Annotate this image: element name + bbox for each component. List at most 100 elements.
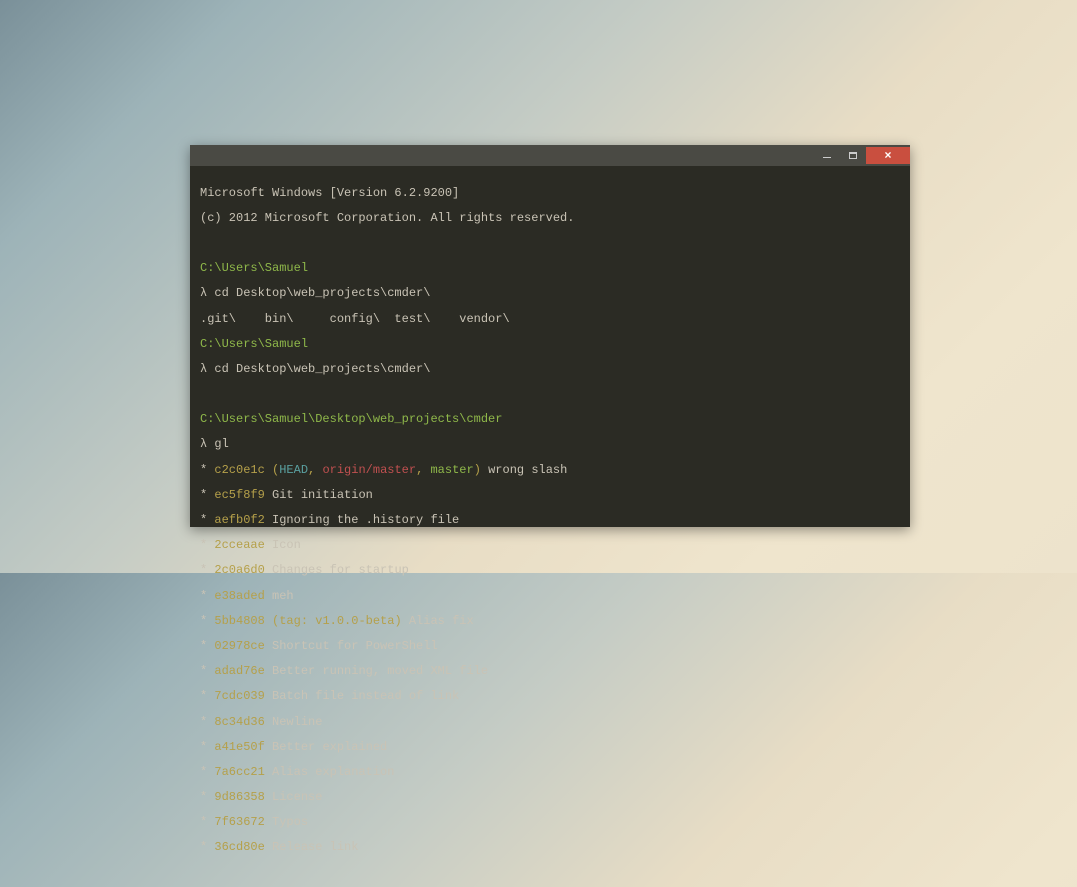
prompt-path: C:\Users\Samuel [200,338,900,351]
log-line-9: * 7cdc039 Batch file instead of link [200,690,900,703]
refs-close: ) [394,614,401,628]
graph-star: * [200,740,207,754]
commit-msg: Git initiation [265,488,373,502]
log-line-13: * 9d86358 License [200,791,900,804]
commit-hash: adad76e [214,664,264,678]
ref-head: HEAD [279,463,308,477]
ref-tag: tag: v1.0.0-beta [279,614,394,628]
close-button[interactable]: × [866,147,910,164]
graph-star: * [200,815,207,829]
commit-hash: 7f63672 [214,815,264,829]
commit-hash: 02978ce [214,639,264,653]
log-line-2: * aefb0f2 Ignoring the .history file [200,514,900,527]
ref-master: master [430,463,473,477]
minimize-icon [823,157,831,158]
commit-msg: Changes for startup [265,563,409,577]
command-text: cd Desktop\web_projects\cmder\ [214,362,430,376]
maximize-button[interactable] [840,147,866,164]
log-line-1: * ec5f8f9 Git initiation [200,489,900,502]
commit-msg: Icon [265,538,301,552]
terminal-window: × Microsoft Windows [Version 6.2.9200] (… [190,145,910,527]
graph-star: * [200,639,207,653]
log-line-11: * a41e50f Better explained [200,741,900,754]
graph-star: * [200,513,207,527]
log-line-3: * 2cceaae Icon [200,539,900,552]
commit-msg: Release link [265,840,359,854]
commit-msg: Alias explanation [265,765,395,779]
commit-hash: 9d86358 [214,790,264,804]
prompt-lambda: λ [200,286,207,300]
prompt-cmd: λ cd Desktop\web_projects\cmder\ [200,363,900,376]
prompt-cmd: λ cd Desktop\web_projects\cmder\ [200,287,900,300]
blank-line [200,388,900,401]
command-text: cd Desktop\web_projects\cmder\ [214,286,430,300]
commit-msg: Batch file instead of link [265,689,459,703]
completion-list: .git\ bin\ config\ test\ vendor\ [200,313,900,326]
blank-line [200,237,900,250]
header-line-1: Microsoft Windows [Version 6.2.9200] [200,187,900,200]
prompt-cmd: λ gl [200,438,900,451]
commit-hash: ec5f8f9 [214,488,264,502]
path-text: C:\Users\Samuel [200,261,308,275]
commit-msg: Better explained [265,740,387,754]
path-text: C:\Users\Samuel [200,337,308,351]
graph-star: * [200,715,207,729]
log-line-15: * 36cd80e Release link [200,841,900,854]
maximize-icon [849,152,857,159]
log-line-0: * c2c0e1c (HEAD, origin/master, master) … [200,464,900,477]
commit-hash: a41e50f [214,740,264,754]
path-text: C:\Users\Samuel\Desktop\web_projects\cmd… [200,412,502,426]
commit-msg: Better running, moved XML file [265,664,488,678]
graph-star: * [200,664,207,678]
header-line-2: (c) 2012 Microsoft Corporation. All righ… [200,212,900,225]
log-line-4: * 2c0a6d0 Changes for startup [200,564,900,577]
graph-star: * [200,614,207,628]
log-line-7: * 02978ce Shortcut for PowerShell [200,640,900,653]
prompt-lambda: λ [200,362,207,376]
graph-star: * [200,563,207,577]
refs-close: ) [474,463,481,477]
sep: , [416,463,430,477]
commit-hash: c2c0e1c [214,463,264,477]
commit-msg: Newline [265,715,323,729]
log-line-8: * adad76e Better running, moved XML file [200,665,900,678]
refs-open: ( [265,614,279,628]
commit-msg: License [265,790,323,804]
commit-hash: aefb0f2 [214,513,264,527]
log-line-6: * 5bb4808 (tag: v1.0.0-beta) Alias fix [200,615,900,628]
prompt-path: C:\Users\Samuel [200,262,900,275]
log-line-10: * 8c34d36 Newline [200,716,900,729]
sep: , [308,463,322,477]
terminal-body[interactable]: Microsoft Windows [Version 6.2.9200] (c)… [190,166,910,887]
commit-hash: 7cdc039 [214,689,264,703]
commit-msg: Alias fix [402,614,474,628]
ref-origin: origin/master [322,463,416,477]
commit-msg: Shortcut for PowerShell [265,639,438,653]
command-text: gl [214,437,228,451]
commit-hash: 2c0a6d0 [214,563,264,577]
graph-star: * [200,765,207,779]
commit-hash: 8c34d36 [214,715,264,729]
log-line-14: * 7f63672 Typos [200,816,900,829]
graph-star: * [200,689,207,703]
prompt-path: C:\Users\Samuel\Desktop\web_projects\cmd… [200,413,900,426]
prompt-lambda: λ [200,437,207,451]
graph-star: * [200,538,207,552]
graph-star: * [200,840,207,854]
graph-star: * [200,488,207,502]
minimize-button[interactable] [814,147,840,164]
log-line-12: * 7a6cc21 Alias explanation [200,766,900,779]
commit-hash: 36cd80e [214,840,264,854]
commit-hash: e38aded [214,589,264,603]
titlebar[interactable]: × [190,145,910,166]
commit-msg: meh [265,589,294,603]
commit-msg: Ignoring the .history file [265,513,459,527]
commit-hash: 7a6cc21 [214,765,264,779]
commit-hash: 2cceaae [214,538,264,552]
graph-star: * [200,790,207,804]
graph-star: * [200,589,207,603]
commit-hash: 5bb4808 [214,614,264,628]
close-icon: × [884,150,891,162]
commit-msg: Typos [265,815,308,829]
commit-msg: wrong slash [481,463,567,477]
